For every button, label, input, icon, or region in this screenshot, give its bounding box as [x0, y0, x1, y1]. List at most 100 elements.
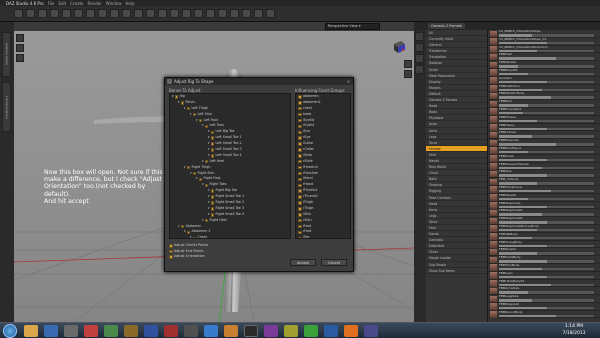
firefox-icon[interactable] [344, 325, 358, 337]
bone-checkbox[interactable] [186, 106, 191, 111]
expand-arrow-icon[interactable]: ▾ [202, 123, 204, 129]
tab-parameters[interactable]: Genesis 2 Female [428, 23, 465, 29]
app-icon-brown[interactable] [124, 325, 138, 337]
parameter-slider[interactable] [499, 158, 594, 162]
facet-checkbox[interactable] [298, 165, 302, 170]
app-icon-purple[interactable] [264, 325, 278, 337]
facet-checkbox[interactable] [298, 106, 302, 111]
bone-checkbox[interactable] [204, 218, 209, 223]
facet-checkbox[interactable] [298, 218, 302, 223]
surfaces-icon[interactable] [415, 54, 424, 63]
menu-item[interactable]: File [48, 1, 55, 6]
menu-item[interactable]: Help [126, 1, 135, 6]
camera-select[interactable]: Perspective View ▾ [325, 23, 380, 30]
facet-checkbox[interactable] [298, 159, 302, 164]
parameter-list[interactable]: V4_RBBCC_OIVowPointShpe V4_RBBCC_OIVowPoi… [488, 30, 600, 322]
facet-checkbox[interactable] [298, 101, 302, 105]
bone-checkbox[interactable] [210, 213, 215, 217]
move-tool-icon[interactable] [16, 44, 24, 52]
parameter-slider[interactable] [499, 166, 594, 170]
chrome-icon[interactable] [304, 325, 318, 337]
clock[interactable]: 1:14 PM 7/18/2013 [554, 324, 594, 337]
toolbar-button[interactable] [26, 9, 35, 18]
toolbar-button[interactable] [182, 9, 191, 18]
toolbar-button[interactable] [122, 9, 131, 18]
bone-checkbox[interactable] [192, 236, 197, 238]
bone-checkbox[interactable] [180, 101, 185, 105]
parameter-slider[interactable] [499, 49, 594, 53]
expand-arrow-icon[interactable]: ▾ [190, 171, 192, 177]
option-checkbox[interactable] [169, 249, 173, 253]
toolbar-button[interactable] [170, 9, 179, 18]
toolbar-button[interactable] [218, 9, 227, 18]
parameter-slider[interactable] [499, 197, 594, 201]
facet-checkbox[interactable] [298, 118, 302, 123]
toolbar-button[interactable] [38, 9, 47, 18]
parameter-slider[interactable] [499, 275, 594, 279]
toolbar-button[interactable] [146, 9, 155, 18]
parameter-slider[interactable] [499, 72, 594, 76]
bone-checkbox[interactable] [210, 136, 215, 140]
bone-checkbox[interactable] [210, 195, 215, 199]
lights-icon[interactable] [415, 65, 424, 74]
expand-arrow-icon[interactable]: ▾ [196, 118, 198, 124]
expand-arrow-icon[interactable]: ▾ [190, 112, 192, 118]
facet-checkbox[interactable] [298, 177, 302, 182]
parameter-slider[interactable] [499, 119, 594, 123]
toolbar-button[interactable] [242, 9, 251, 18]
option-checkbox[interactable] [169, 244, 173, 248]
toolbar-button[interactable] [254, 9, 263, 18]
facet-checkbox[interactable] [298, 189, 302, 193]
daz-studio-icon[interactable] [244, 325, 258, 337]
parameter-slider[interactable] [499, 80, 594, 84]
bone-checkbox[interactable] [210, 154, 215, 158]
facet-checkbox[interactable] [298, 171, 302, 176]
facet-checkbox[interactable] [298, 124, 302, 129]
toolbar-button[interactable] [62, 9, 71, 18]
explorer-icon[interactable] [24, 325, 38, 337]
facet-checkbox[interactable] [298, 142, 302, 146]
bone-checkbox[interactable] [210, 130, 215, 135]
expand-arrow-icon[interactable]: ▾ [178, 100, 180, 106]
bone-checkbox[interactable] [210, 148, 215, 152]
facet-checkbox[interactable] [298, 183, 302, 188]
bone-checkbox[interactable] [210, 142, 215, 146]
menu-item[interactable]: Edit [58, 1, 66, 6]
toolbar-button[interactable] [50, 9, 59, 18]
bone-checkbox[interactable] [192, 112, 197, 117]
orbit-icon[interactable] [404, 60, 412, 68]
bone-checkbox[interactable] [204, 159, 209, 164]
toolbar-button[interactable] [206, 9, 215, 18]
daz-icon[interactable] [64, 325, 78, 337]
app-icon-indigo[interactable] [364, 325, 378, 337]
select-tool-icon[interactable] [16, 34, 24, 42]
expand-arrow-icon[interactable]: ▾ [178, 224, 180, 230]
parameter-slider[interactable] [499, 41, 594, 45]
menu-item[interactable]: Create [70, 1, 83, 6]
menu-item[interactable]: Render [88, 1, 102, 6]
expand-arrow-icon[interactable]: ▾ [202, 218, 204, 224]
facet-checkbox[interactable] [298, 130, 302, 135]
app-icon-maroon[interactable] [164, 325, 178, 337]
bone-checkbox[interactable] [210, 207, 215, 211]
facet-checkbox[interactable] [298, 195, 302, 199]
photoshop-icon[interactable] [144, 325, 158, 337]
word-icon[interactable] [324, 325, 338, 337]
facet-row[interactable]: lToe [296, 235, 350, 238]
bone-checkbox[interactable] [210, 189, 215, 193]
bone-checkbox[interactable] [186, 230, 191, 235]
property-group-item[interactable]: Show Sub Items [426, 268, 487, 274]
viewport-nav-icons[interactable] [404, 60, 412, 88]
expand-arrow-icon[interactable]: ▾ [184, 165, 186, 171]
accept-button[interactable]: Accept [290, 259, 316, 266]
bone-checkbox[interactable] [204, 183, 209, 188]
expand-arrow-icon[interactable]: ▾ [184, 106, 186, 112]
bone-checkbox[interactable] [192, 171, 197, 176]
rotate-tool-icon[interactable] [16, 54, 24, 62]
start-button[interactable] [3, 324, 17, 338]
expand-arrow-icon[interactable]: ▾ [190, 235, 192, 238]
facet-checkbox[interactable] [298, 154, 302, 158]
tab-smart-content[interactable]: Smart Content [2, 32, 11, 77]
tab-content-library[interactable]: Content Library [2, 82, 11, 132]
facet-checkbox[interactable] [298, 95, 302, 99]
